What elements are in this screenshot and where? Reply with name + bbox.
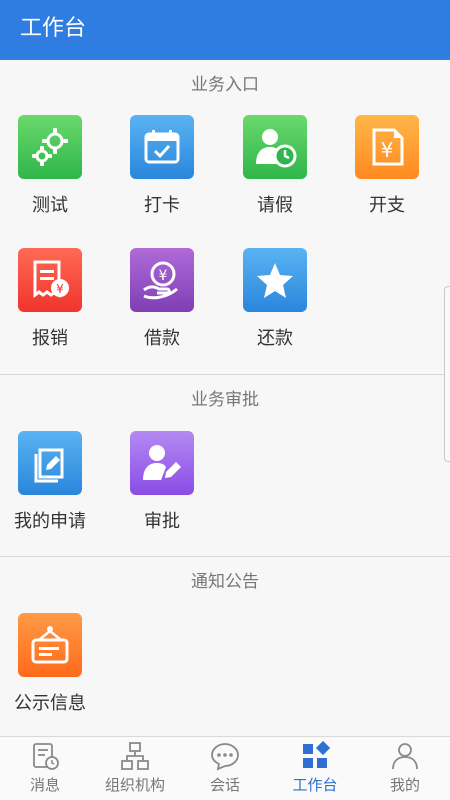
gears-icon [18,115,82,179]
tab-label: 会话 [209,776,240,794]
tab-label: 组织机构 [104,776,165,794]
svg-text:¥: ¥ [56,282,64,296]
user-clock-icon [243,115,307,179]
org-chart-icon [120,741,150,771]
edit-document-icon [18,431,82,495]
tab-label: 工作台 [292,776,338,794]
tile-test[interactable]: 测试 [0,115,112,235]
bottom-tab-bar: 消息 组织机构 会话 工作台 我的 [0,736,450,800]
tab-messages[interactable]: 消息 [0,737,90,800]
page-title: 工作台 [20,16,87,41]
svg-text:¥: ¥ [159,268,168,284]
section-title-approval: 业务审批 [191,390,259,410]
svg-text:¥: ¥ [381,138,394,162]
tile-label: 打卡 [144,195,180,216]
tab-workbench[interactable]: 工作台 [270,737,360,800]
message-clock-icon [30,741,60,771]
workbench-content[interactable]: 业务入口 测试 打卡 请假 ¥ 开支 ¥ 报销 ¥ 借款 还款 业务审批 我的申… [0,60,450,736]
star-icon [243,248,307,312]
tile-label: 借款 [144,328,180,349]
person-icon [390,741,420,771]
tile-label: 我的申请 [14,511,86,532]
hand-yuan-icon: ¥ [130,248,194,312]
yuan-document-icon: ¥ [355,115,419,179]
user-pen-icon [130,431,194,495]
tab-chat[interactable]: 会话 [180,737,270,800]
app-header: 工作台 [0,0,450,60]
tab-organization[interactable]: 组织机构 [90,737,180,800]
receipt-yuan-icon: ¥ [18,248,82,312]
grid-icon [300,740,331,771]
tile-label: 请假 [257,195,293,216]
section-notice: 通知公告 公示信息 [0,557,450,736]
tab-label: 我的 [389,776,420,794]
calendar-check-icon [130,115,194,179]
tile-reimburse[interactable]: ¥ 报销 [0,248,112,368]
tile-repay[interactable]: 还款 [225,248,337,368]
section-approval: 业务审批 我的申请 审批 [0,375,450,556]
tile-expense[interactable]: ¥ 开支 [337,115,449,235]
tab-me[interactable]: 我的 [360,737,450,800]
tile-label: 开支 [369,195,405,216]
scroll-handle[interactable] [444,286,450,462]
section-title-business: 业务入口 [191,75,259,95]
tile-public-info[interactable]: 公示信息 [0,613,112,733]
tile-label: 公示信息 [14,693,86,714]
section-title-notice: 通知公告 [191,572,259,592]
notice-board-icon [18,613,82,677]
section-business-entry: 业务入口 测试 打卡 请假 ¥ 开支 ¥ 报销 ¥ 借款 还款 [0,60,450,374]
tile-my-requests[interactable]: 我的申请 [0,431,112,551]
tile-loan[interactable]: ¥ 借款 [112,248,224,368]
tile-clock-in[interactable]: 打卡 [112,115,224,235]
tile-label: 审批 [144,511,180,532]
chat-bubble-icon [210,741,240,771]
tile-label: 报销 [32,328,68,349]
tile-approve[interactable]: 审批 [112,431,224,551]
tab-label: 消息 [29,776,60,794]
tile-leave[interactable]: 请假 [225,115,337,235]
tile-label: 测试 [32,195,68,216]
tile-label: 还款 [257,328,293,349]
